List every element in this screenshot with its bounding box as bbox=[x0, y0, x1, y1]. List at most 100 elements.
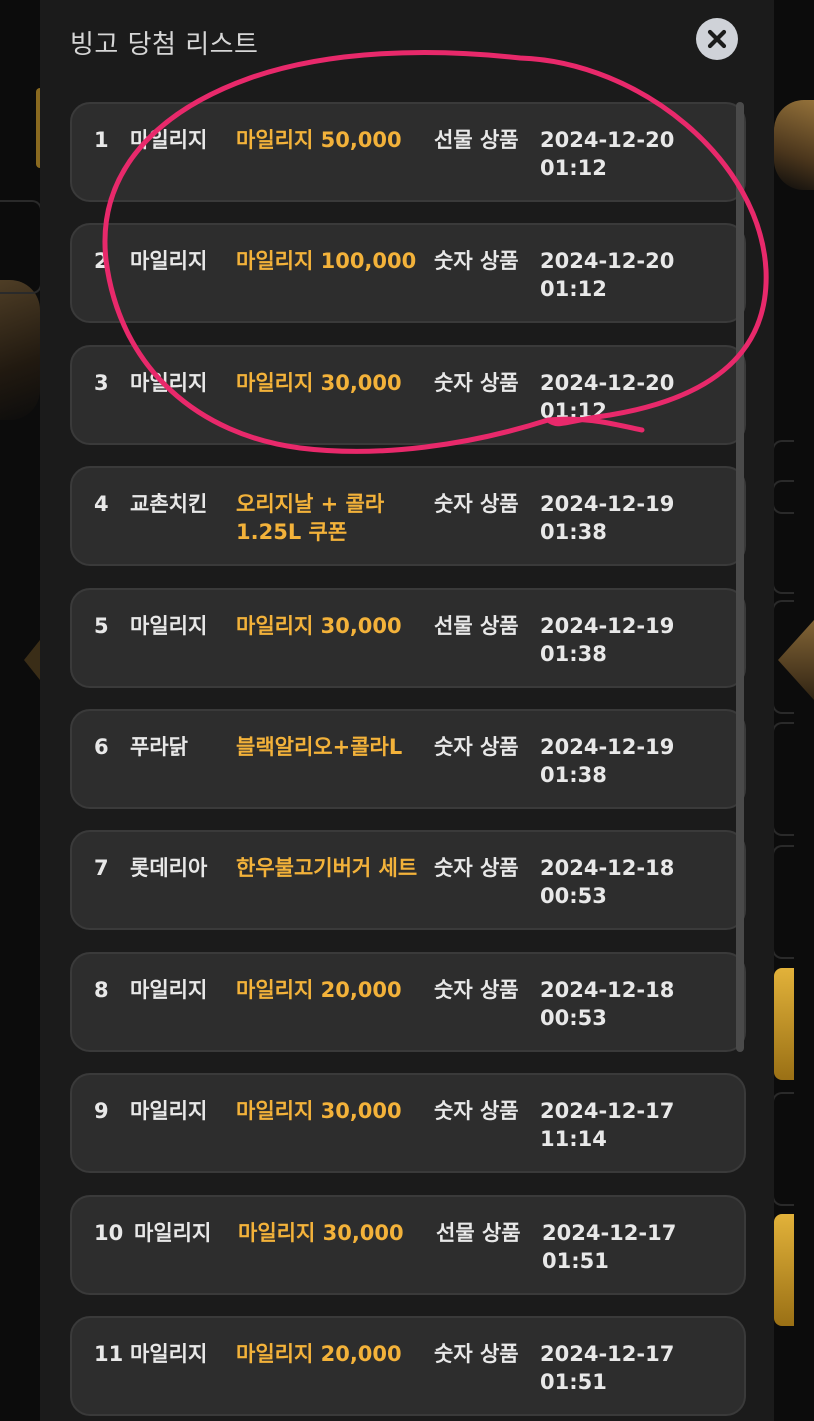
modal-header: 빙고 당첨 리스트 bbox=[40, 0, 774, 86]
rank-number: 5 bbox=[94, 613, 109, 638]
rank-number: 7 bbox=[94, 856, 109, 881]
prize-name: 마일리지 30,000 bbox=[236, 613, 402, 638]
list-item[interactable]: 2 마일리지 마일리지 100,000 숫자 상품 2024-12-20 01:1… bbox=[70, 223, 746, 324]
win-date: 2024-12-19 bbox=[540, 492, 675, 517]
list-item[interactable]: 5 마일리지 마일리지 30,000 선물 상품 2024-12-19 01:38 bbox=[70, 587, 746, 688]
win-time: 00:53 bbox=[540, 884, 607, 909]
win-time: 01:51 bbox=[540, 1369, 607, 1394]
prize-type: 숫자 상품 bbox=[434, 1099, 519, 1124]
list-item[interactable]: 10 마일리지 마일리지 30,000 선물 상품 2024-12-17 01:5… bbox=[70, 1194, 746, 1295]
rank-number: 11 bbox=[94, 1341, 124, 1366]
brand-name: 마일리지 bbox=[130, 1099, 208, 1124]
win-date: 2024-12-19 bbox=[540, 613, 675, 638]
win-date: 2024-12-17 bbox=[540, 1099, 675, 1124]
win-datetime: 2024-12-20 01:12 bbox=[540, 126, 690, 182]
background-card-right bbox=[772, 722, 794, 836]
close-icon bbox=[707, 29, 727, 49]
prize-type: 선물 상품 bbox=[436, 1220, 521, 1245]
rank-number: 3 bbox=[94, 370, 109, 395]
win-time: 11:14 bbox=[540, 1127, 607, 1152]
brand-name: 마일리지 bbox=[130, 370, 208, 395]
background-card-right bbox=[772, 600, 794, 714]
background-card-right bbox=[772, 480, 794, 594]
rank-number: 1 bbox=[94, 128, 109, 152]
win-time: 01:12 bbox=[540, 156, 607, 180]
prize-type: 숫자 상품 bbox=[434, 370, 519, 395]
rank-number: 2 bbox=[94, 249, 109, 274]
list-item[interactable]: 8 마일리지 마일리지 20,000 숫자 상품 2024-12-18 00:53 bbox=[70, 951, 746, 1052]
win-datetime: 2024-12-20 01:12 bbox=[540, 247, 690, 303]
win-date: 2024-12-17 bbox=[542, 1220, 677, 1245]
prize-name: 마일리지 30,000 bbox=[236, 370, 402, 395]
prize-name: 마일리지 20,000 bbox=[236, 977, 402, 1002]
prize-type: 선물 상품 bbox=[434, 128, 519, 152]
win-date: 2024-12-19 bbox=[540, 734, 675, 759]
rank-number: 8 bbox=[94, 977, 109, 1002]
background-star-left bbox=[24, 640, 40, 680]
list-item[interactable]: 1 마일리지 마일리지 50,000 선물 상품 2024-12-20 01:12 bbox=[70, 102, 746, 202]
win-datetime: 2024-12-19 01:38 bbox=[540, 490, 690, 546]
brand-name: 마일리지 bbox=[130, 977, 208, 1002]
background-gold-card-right bbox=[774, 1214, 794, 1326]
win-date: 2024-12-18 bbox=[540, 977, 675, 1002]
prize-type: 숫자 상품 bbox=[434, 856, 519, 881]
list-item[interactable]: 11 마일리지 마일리지 20,000 숫자 상품 2024-12-17 01:5… bbox=[70, 1315, 746, 1416]
prize-type: 선물 상품 bbox=[434, 613, 519, 638]
prize-type: 숫자 상품 bbox=[434, 734, 519, 759]
win-time: 01:38 bbox=[540, 762, 607, 787]
prize-name: 블랙알리오+콜라L bbox=[236, 734, 403, 759]
brand-name: 마일리지 bbox=[134, 1220, 212, 1245]
brand-name: 마일리지 bbox=[130, 613, 208, 638]
prize-name: 마일리지 20,000 bbox=[236, 1341, 402, 1366]
win-time: 00:53 bbox=[540, 1005, 607, 1030]
list-item[interactable]: 3 마일리지 마일리지 30,000 숫자 상품 2024-12-20 01:12 bbox=[70, 344, 746, 445]
win-datetime: 2024-12-19 01:38 bbox=[540, 733, 690, 789]
rank-number: 9 bbox=[94, 1099, 109, 1124]
winner-list-modal: 빙고 당첨 리스트 1 마일리지 마일리지 50,000 선물 상품 2024-… bbox=[40, 0, 774, 1421]
win-datetime: 2024-12-20 01:12 bbox=[540, 369, 690, 425]
brand-name: 마일리지 bbox=[130, 128, 208, 152]
prize-name: 오리지날 + 콜라 1.25L 쿠폰 bbox=[236, 492, 385, 545]
prize-name: 마일리지 100,000 bbox=[236, 249, 417, 274]
rank-number: 10 bbox=[94, 1220, 124, 1245]
list-item[interactable]: 9 마일리지 마일리지 30,000 숫자 상품 2024-12-17 11:14 bbox=[70, 1073, 746, 1174]
background-card-left bbox=[0, 200, 42, 294]
list-item[interactable]: 7 롯데리아 한우불고기버거 세트 숫자 상품 2024-12-18 00:53 bbox=[70, 830, 746, 931]
win-date: 2024-12-20 bbox=[540, 128, 675, 152]
background-ribbon-right bbox=[774, 100, 814, 190]
list-scrollbar[interactable] bbox=[736, 102, 744, 1052]
win-time: 01:38 bbox=[540, 520, 607, 545]
list-item[interactable]: 6 푸라닭 블랙알리오+콜라L 숫자 상품 2024-12-19 01:38 bbox=[70, 708, 746, 809]
background-ribbon-left bbox=[0, 280, 40, 420]
prize-type: 숫자 상품 bbox=[434, 249, 519, 274]
brand-name: 마일리지 bbox=[130, 249, 208, 274]
rank-number: 4 bbox=[94, 492, 109, 517]
prize-name: 마일리지 50,000 bbox=[236, 128, 402, 152]
background-star-right bbox=[778, 620, 814, 700]
prize-type: 숫자 상품 bbox=[434, 1341, 519, 1366]
win-datetime: 2024-12-17 01:51 bbox=[542, 1219, 692, 1275]
prize-type: 숫자 상품 bbox=[434, 492, 519, 517]
brand-name: 푸라닭 bbox=[130, 734, 188, 759]
close-button[interactable] bbox=[696, 18, 738, 60]
background-card-right bbox=[772, 845, 794, 959]
brand-name: 롯데리아 bbox=[130, 856, 208, 881]
win-date: 2024-12-18 bbox=[540, 856, 675, 881]
prize-name: 마일리지 30,000 bbox=[236, 1099, 402, 1124]
rank-number: 6 bbox=[94, 734, 109, 759]
win-time: 01:51 bbox=[542, 1248, 609, 1273]
win-date: 2024-12-17 bbox=[540, 1341, 675, 1366]
background-card-right bbox=[772, 1092, 794, 1206]
win-datetime: 2024-12-18 00:53 bbox=[540, 976, 690, 1032]
list-item[interactable]: 4 교촌치킨 오리지날 + 콜라 1.25L 쿠폰 숫자 상품 2024-12-… bbox=[70, 466, 746, 567]
prize-name: 한우불고기버거 세트 bbox=[236, 856, 418, 881]
background-gold-card-right bbox=[774, 968, 794, 1080]
win-datetime: 2024-12-19 01:38 bbox=[540, 612, 690, 668]
win-datetime: 2024-12-18 00:53 bbox=[540, 854, 690, 910]
win-datetime: 2024-12-17 11:14 bbox=[540, 1097, 690, 1153]
background-card-right bbox=[772, 440, 794, 514]
prize-name: 마일리지 30,000 bbox=[238, 1220, 404, 1245]
win-time: 01:12 bbox=[540, 398, 607, 423]
win-datetime: 2024-12-17 01:51 bbox=[540, 1340, 690, 1396]
win-date: 2024-12-20 bbox=[540, 249, 675, 274]
